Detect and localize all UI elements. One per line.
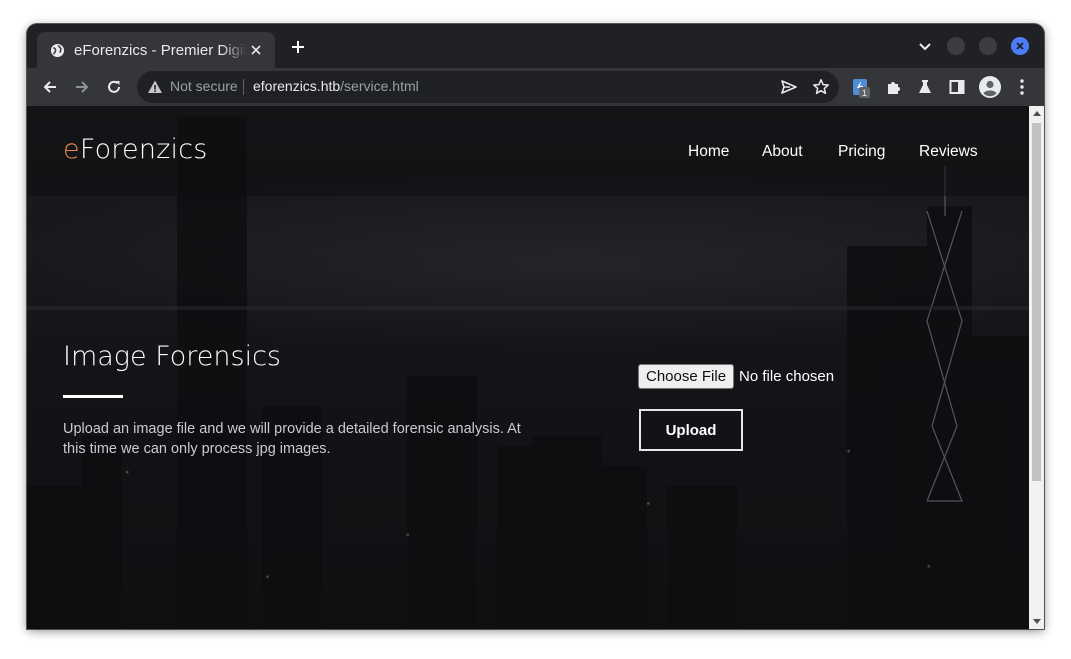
vertical-scrollbar[interactable]	[1029, 106, 1044, 629]
upload-button[interactable]: Upload	[639, 409, 743, 451]
globe-icon	[49, 42, 65, 58]
flask-icon[interactable]	[915, 77, 935, 97]
plus-icon[interactable]	[287, 36, 309, 58]
star-icon[interactable]	[812, 78, 830, 96]
warning-icon[interactable]	[147, 79, 163, 95]
logo-text: Forenzics	[79, 134, 208, 165]
hero-description: Upload an image file and we will provide…	[63, 421, 521, 457]
profile-icon[interactable]	[978, 75, 1002, 99]
file-status-text: No file chosen	[739, 367, 835, 385]
url-text[interactable]: eforenzics.htb/service.html	[253, 78, 419, 94]
nav-about[interactable]: About	[762, 143, 803, 161]
arrow-right-icon[interactable]	[72, 77, 92, 97]
side-panel-icon[interactable]	[947, 77, 967, 97]
page-title: Image Forensics	[63, 341, 282, 372]
window-close-button[interactable]	[1011, 37, 1029, 55]
address-separator	[243, 79, 244, 95]
scroll-down-arrow-icon[interactable]	[1029, 614, 1044, 629]
browser-tab[interactable]: eForenzics - Premier Digital Forensics	[37, 32, 275, 68]
title-underline	[63, 395, 123, 398]
scroll-up-arrow-icon[interactable]	[1029, 106, 1044, 121]
tab-title: eForenzics - Premier Digital Forensics	[74, 41, 247, 59]
choose-file-button[interactable]: Choose File	[638, 363, 735, 389]
puzzle-icon[interactable]	[883, 77, 903, 97]
reload-icon[interactable]	[104, 77, 124, 97]
url-path: /service.html	[340, 78, 419, 94]
page-viewport: eForenzics Home About Pricing Reviews Im…	[27, 106, 1029, 629]
kebab-menu-icon[interactable]	[1012, 77, 1032, 97]
extension-badge: 1	[859, 87, 870, 98]
url-domain: eforenzics.htb	[253, 78, 341, 94]
maximize-button[interactable]	[979, 37, 997, 55]
site-logo[interactable]: eForenzics	[63, 134, 208, 165]
chevron-down-icon[interactable]	[915, 37, 935, 57]
close-icon[interactable]	[247, 41, 265, 59]
file-input[interactable]: Choose File No file chosen	[638, 363, 834, 389]
tab-strip: eForenzics - Premier Digital Forensics	[27, 24, 1044, 68]
nav-home[interactable]: Home	[688, 143, 729, 161]
arrow-left-icon[interactable]	[40, 77, 60, 97]
site-header: eForenzics Home About Pricing Reviews	[27, 106, 1029, 196]
minimize-button[interactable]	[947, 37, 965, 55]
logo-accent: e	[63, 134, 80, 165]
browser-window: eForenzics - Premier Digital Forensics	[27, 24, 1044, 629]
address-bar[interactable]: Not secure eforenzics.htb/service.html	[137, 71, 839, 103]
nav-pricing[interactable]: Pricing	[838, 143, 885, 161]
browser-toolbar: Not secure eforenzics.htb/service.html 1	[27, 68, 1044, 106]
extension-icon[interactable]: 1	[849, 77, 873, 98]
scrollbar-thumb[interactable]	[1032, 123, 1041, 481]
nav-reviews[interactable]: Reviews	[919, 143, 978, 161]
security-label[interactable]: Not secure	[170, 78, 238, 94]
send-icon[interactable]	[780, 78, 798, 96]
